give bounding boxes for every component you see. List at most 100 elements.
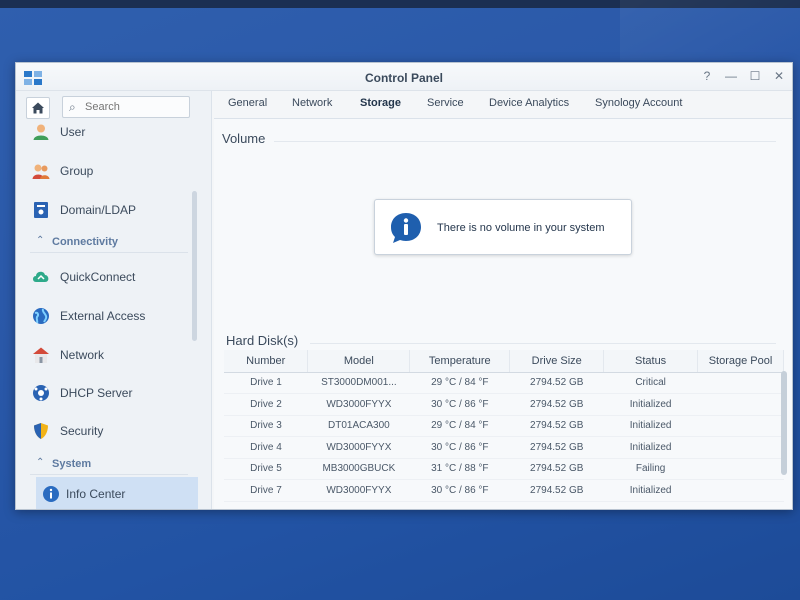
drive-storage-pool — [697, 436, 784, 459]
column-header-storage-pool[interactable]: Storage Pool — [697, 350, 784, 373]
sidebar-item-network[interactable]: Network — [16, 338, 196, 372]
tab-synology-account[interactable]: Synology Account — [595, 97, 682, 109]
quickconnect-icon — [33, 271, 49, 282]
sidebar-item-label: Network — [60, 348, 105, 362]
tab-network[interactable]: Network — [292, 97, 332, 109]
tab-service[interactable]: Service — [427, 97, 464, 109]
drive-size: 2794.52 GB — [509, 415, 604, 437]
drive-size: 2794.52 GB — [509, 479, 604, 502]
section-divider — [30, 252, 188, 253]
sidebar-item-group[interactable]: Group — [16, 154, 196, 188]
volume-section-title: Volume — [222, 131, 266, 146]
column-header-status[interactable]: Status — [603, 350, 699, 373]
sidebar-item-info-center[interactable]: Info Center — [36, 477, 198, 509]
sidebar-item-quickconnect[interactable]: QuickConnect — [16, 260, 196, 294]
sidebar-item-label: External Access — [60, 309, 146, 323]
hard-disk-table: Number Model Temperature Drive Size Stat… — [224, 350, 784, 502]
drive-model: MB3000GBUCK — [307, 458, 410, 480]
sidebar-item-security[interactable]: Security — [16, 414, 196, 448]
volume-section-divider — [274, 141, 776, 142]
column-header-number[interactable]: Number — [224, 350, 309, 373]
drive-temperature: 29 °C / 84 °F — [409, 415, 510, 437]
section-divider — [30, 474, 188, 475]
drive-model: ST3000DM001... — [307, 372, 410, 394]
hard-disks-section-divider — [310, 343, 776, 344]
window-titlebar[interactable]: Control Panel ? — ☐ ✕ — [16, 63, 792, 91]
drive-model: WD3000FYYX — [307, 436, 410, 459]
shield-icon — [34, 423, 48, 439]
drive-storage-pool — [697, 415, 784, 437]
close-button[interactable]: ✕ — [770, 67, 788, 85]
minimize-button[interactable]: — — [722, 67, 740, 85]
drive-status: Initialized — [603, 436, 698, 459]
no-volume-message: There is no volume in your system — [437, 222, 605, 234]
tab-general[interactable]: General — [228, 97, 267, 109]
sidebar-item-label: Group — [60, 164, 94, 178]
user-icon — [33, 124, 49, 140]
sidebar-section-label: System — [52, 458, 92, 470]
sidebar-item-dhcp-server[interactable]: DHCP Server — [16, 376, 196, 410]
drive-status: Failing — [603, 458, 698, 480]
drive-storage-pool — [697, 372, 784, 394]
domain-icon — [34, 202, 48, 218]
drive-model: DT01ACA300 — [307, 415, 410, 437]
chevron-up-icon: ⌃ — [36, 235, 45, 246]
drive-number: Drive 7 — [224, 479, 308, 502]
hard-disks-section-title: Hard Disk(s) — [226, 333, 299, 348]
sidebar-section-connectivity[interactable]: ⌃ Connectivity — [16, 231, 196, 253]
info-icon — [43, 486, 59, 502]
drive-status: Initialized — [603, 479, 698, 502]
dhcp-icon — [33, 385, 49, 401]
column-header-model[interactable]: Model — [307, 350, 411, 373]
drive-status: Initialized — [603, 393, 698, 416]
drive-size: 2794.52 GB — [509, 393, 604, 416]
table-row[interactable]: Drive 2 WD3000FYYX 30 °C / 86 °F 2794.52… — [224, 393, 784, 416]
column-header-drive-size[interactable]: Drive Size — [509, 350, 605, 373]
table-scrollbar[interactable] — [781, 371, 787, 475]
drive-number: Drive 3 — [224, 415, 308, 437]
drive-temperature: 31 °C / 88 °F — [409, 458, 510, 480]
sidebar-item-user[interactable]: User — [16, 115, 196, 149]
sidebar-item-domain-ldap[interactable]: Domain/LDAP — [16, 193, 196, 227]
drive-temperature: 30 °C / 86 °F — [409, 393, 510, 416]
drive-temperature: 30 °C / 86 °F — [409, 479, 510, 502]
tab-bar: General Network Storage Service Device A… — [214, 91, 792, 119]
sidebar-section-system[interactable]: ⌃ System — [16, 453, 196, 475]
globe-icon — [33, 308, 49, 324]
tab-storage[interactable]: Storage — [360, 97, 401, 109]
sidebar-item-label: Security — [60, 424, 104, 438]
column-header-temperature[interactable]: Temperature — [409, 350, 511, 373]
table-row[interactable]: Drive 5 MB3000GBUCK 31 °C / 88 °F 2794.5… — [224, 458, 784, 480]
sidebar-scrollbar[interactable] — [192, 191, 197, 341]
sidebar-section-label: Connectivity — [52, 236, 119, 248]
drive-status: Initialized — [603, 415, 698, 437]
drive-size: 2794.52 GB — [509, 436, 604, 459]
table-row[interactable]: Drive 7 WD3000FYYX 30 °C / 86 °F 2794.52… — [224, 479, 784, 502]
control-panel-window: Control Panel ? — ☐ ✕ ⌕ User — [15, 62, 793, 510]
info-bubble-icon — [391, 213, 421, 243]
storage-content: Volume There is no volume in your system… — [214, 119, 792, 509]
sidebar-item-label: Domain/LDAP — [60, 203, 137, 217]
maximize-button[interactable]: ☐ — [746, 67, 764, 85]
drive-number: Drive 2 — [224, 393, 308, 416]
drive-size: 2794.52 GB — [509, 372, 604, 394]
drive-number: Drive 4 — [224, 436, 308, 459]
search-input[interactable] — [85, 100, 185, 114]
drive-status: Critical — [603, 372, 698, 394]
drive-model: WD3000FYYX — [307, 479, 410, 502]
drive-temperature: 29 °C / 84 °F — [409, 372, 510, 394]
drive-storage-pool — [697, 458, 784, 480]
sidebar-item-external-access[interactable]: External Access — [16, 299, 196, 333]
no-volume-notice: There is no volume in your system — [374, 199, 632, 255]
table-row[interactable]: Drive 4 WD3000FYYX 30 °C / 86 °F 2794.52… — [224, 436, 784, 459]
drive-temperature: 30 °C / 86 °F — [409, 436, 510, 459]
tab-device-analytics[interactable]: Device Analytics — [489, 97, 569, 109]
network-house-icon — [33, 347, 49, 363]
group-icon — [32, 164, 50, 179]
drive-number: Drive 5 — [224, 458, 308, 480]
help-button[interactable]: ? — [698, 67, 716, 85]
table-row[interactable]: Drive 3 DT01ACA300 29 °C / 84 °F 2794.52… — [224, 415, 784, 437]
search-icon: ⌕ — [69, 100, 76, 114]
drive-storage-pool — [697, 479, 784, 502]
table-row[interactable]: Drive 1 ST3000DM001... 29 °C / 84 °F 279… — [224, 372, 784, 394]
